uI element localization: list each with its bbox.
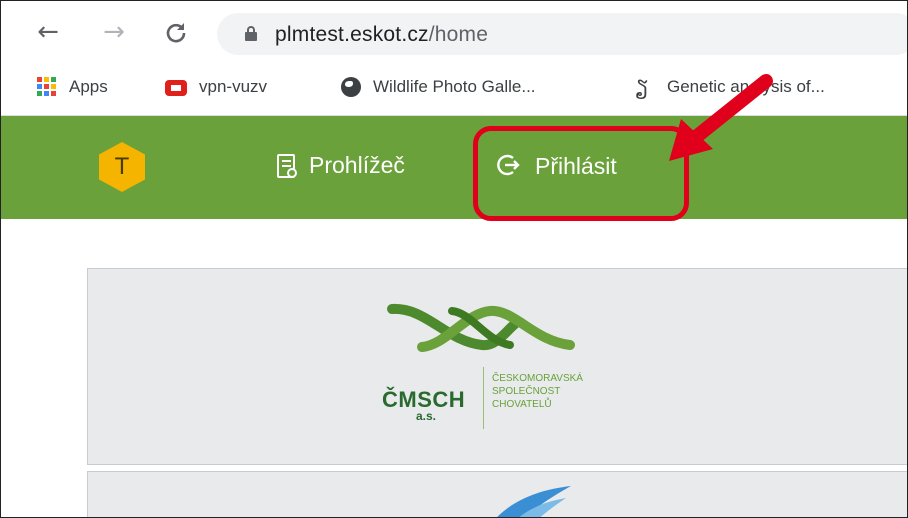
bookmark-label: Apps bbox=[69, 77, 108, 96]
logo-divider bbox=[483, 367, 484, 429]
lock-icon[interactable] bbox=[245, 26, 257, 41]
forward-icon[interactable]: → bbox=[97, 15, 131, 49]
globe-icon bbox=[341, 77, 361, 97]
url-domain: plmtest.eskot.cz bbox=[275, 23, 429, 46]
reload-icon[interactable] bbox=[159, 15, 193, 49]
bookmark-label: Wildlife Photo Galle... bbox=[373, 77, 536, 96]
brand-description: ČESKOMORAVSKÁ SPOLEČNOST CHOVATELŮ bbox=[492, 372, 583, 411]
url-text[interactable]: plmtest.eskot.cz/home bbox=[275, 23, 488, 47]
partner-logo-swoosh-icon bbox=[497, 486, 571, 517]
browser-toolbar: ← → plmtest.eskot.cz/home bbox=[1, 1, 907, 65]
desc-line: ČESKOMORAVSKÁ bbox=[492, 373, 583, 384]
partner-card-2[interactable] bbox=[87, 471, 907, 517]
annotation-arrow-icon bbox=[669, 74, 773, 161]
screenshot-frame: ← → plmtest.eskot.cz/home Apps vpn-vuzv … bbox=[0, 0, 908, 518]
back-icon[interactable]: ← bbox=[31, 15, 65, 49]
brand-suffix: a.s. bbox=[416, 409, 437, 423]
reload-svg bbox=[166, 23, 186, 43]
logo-letter: T bbox=[114, 153, 130, 180]
desc-line: SPOLEČNOST bbox=[492, 386, 561, 397]
document-search-icon bbox=[277, 153, 297, 178]
desc-line: CHOVATELŮ bbox=[492, 399, 552, 410]
menu-label: Prohlížeč bbox=[309, 152, 405, 178]
bookmark-vpn-vuzv[interactable]: vpn-vuzv bbox=[165, 77, 267, 97]
bookmark-wildlife[interactable]: Wildlife Photo Galle... bbox=[341, 77, 536, 97]
bookmark-apps[interactable]: Apps bbox=[37, 77, 108, 97]
address-bar[interactable]: plmtest.eskot.cz/home bbox=[217, 13, 907, 55]
app-logo[interactable]: T bbox=[99, 142, 145, 192]
menu-prohlizec[interactable]: Prohlížeč bbox=[277, 152, 405, 179]
bookmark-label: vpn-vuzv bbox=[199, 77, 268, 96]
url-path: /home bbox=[428, 23, 489, 46]
cmsch-logo-mark bbox=[387, 303, 575, 352]
apps-grid-icon bbox=[37, 77, 57, 97]
fortinet-icon bbox=[165, 80, 187, 96]
partner-card-cmsch[interactable]: ČMSCH a.s. ČESKOMORAVSKÁ SPOLEČNOST CHOV… bbox=[87, 268, 907, 465]
